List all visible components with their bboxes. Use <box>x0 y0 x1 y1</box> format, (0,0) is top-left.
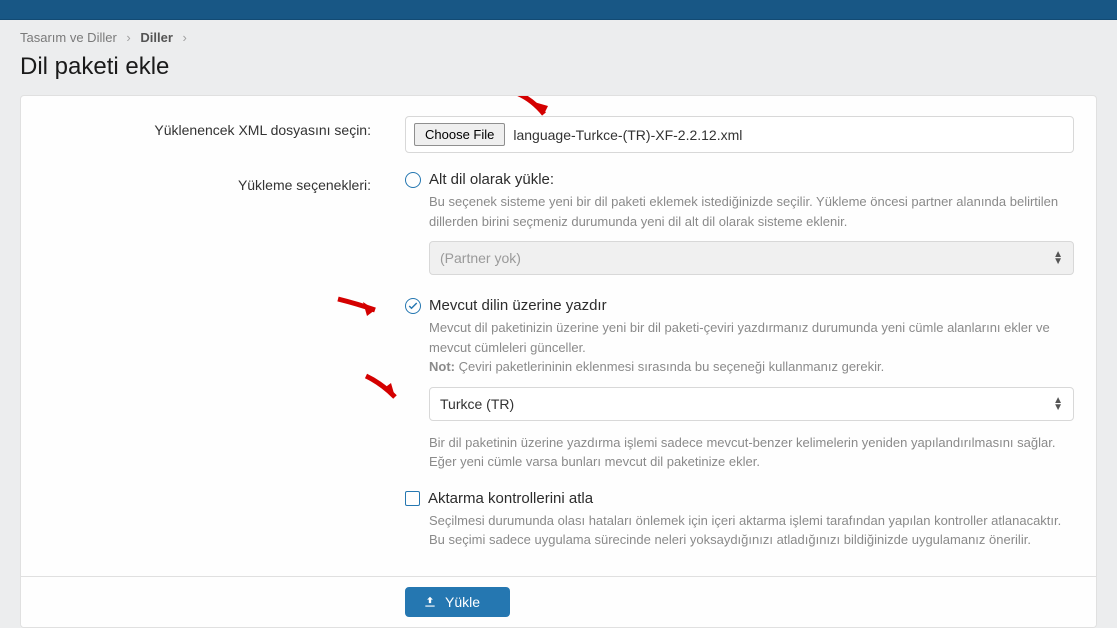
chevron-right-icon: › <box>126 30 130 45</box>
radio-unchecked-icon <box>405 172 421 188</box>
language-select[interactable]: Turkce (TR) ▲▼ <box>429 387 1074 421</box>
upload-icon <box>423 595 437 609</box>
radio-overwrite-desc1: Mevcut dil paketinizin üzerine yeni bir … <box>429 318 1074 377</box>
partner-select-value: (Partner yok) <box>440 250 521 266</box>
breadcrumb: Tasarım ve Diller › Diller › <box>0 20 1117 53</box>
radio-child-label: Alt dil olarak yükle: <box>429 171 554 188</box>
submit-label: Yükle <box>445 594 480 610</box>
select-arrows-icon: ▲▼ <box>1053 397 1063 411</box>
checkbox-skip-label: Aktarma kontrollerini atla <box>428 490 593 507</box>
select-arrows-icon: ▲▼ <box>1053 251 1063 265</box>
file-row: Yüklenencek XML dosyasını seçin: Choose … <box>21 96 1096 153</box>
file-row-label: Yüklenencek XML dosyasını seçin: <box>21 116 391 153</box>
radio-checked-icon <box>405 298 421 314</box>
top-bar <box>0 0 1117 20</box>
options-row: Yükleme seçenekleri: Alt dil olarak yükl… <box>21 153 1096 568</box>
file-input[interactable]: Choose File language-Turkce-(TR)-XF-2.2.… <box>405 116 1074 153</box>
page-title: Dil paketi ekle <box>0 53 1117 95</box>
breadcrumb-current[interactable]: Diller <box>140 30 173 45</box>
checkbox-skip-desc: Seçilmesi durumunda olası hataları önlem… <box>429 511 1074 550</box>
radio-overwrite-desc2: Bir dil paketinin üzerine yazdırma işlem… <box>429 433 1074 472</box>
radio-child-desc: Bu seçenek sisteme yeni bir dil paketi e… <box>429 192 1074 231</box>
checkbox-unchecked-icon <box>405 491 420 506</box>
form-panel: Yüklenencek XML dosyasını seçin: Choose … <box>20 95 1097 628</box>
partner-select: (Partner yok) ▲▼ <box>429 241 1074 275</box>
choose-file-button[interactable]: Choose File <box>414 123 505 146</box>
checkbox-skip-option[interactable]: Aktarma kontrollerini atla <box>405 490 1074 507</box>
language-select-value: Turkce (TR) <box>440 396 514 412</box>
radio-overwrite-option[interactable]: Mevcut dilin üzerine yazdır <box>405 297 1074 314</box>
chevron-right-icon: › <box>183 30 187 45</box>
options-label: Yükleme seçenekleri: <box>21 171 391 568</box>
file-name: language-Turkce-(TR)-XF-2.2.12.xml <box>513 127 742 143</box>
radio-child-language: Alt dil olarak yükle: Bu seçenek sisteme… <box>405 171 1074 275</box>
submit-button[interactable]: Yükle <box>405 587 510 617</box>
radio-overwrite-language: Mevcut dilin üzerine yazdır Mevcut dil p… <box>405 297 1074 472</box>
radio-overwrite-label: Mevcut dilin üzerine yazdır <box>429 297 607 314</box>
checkbox-skip: Aktarma kontrollerini atla Seçilmesi dur… <box>405 490 1074 550</box>
radio-child-language-option[interactable]: Alt dil olarak yükle: <box>405 171 1074 188</box>
breadcrumb-root[interactable]: Tasarım ve Diller <box>20 30 117 45</box>
form-footer: Yükle <box>21 576 1096 627</box>
